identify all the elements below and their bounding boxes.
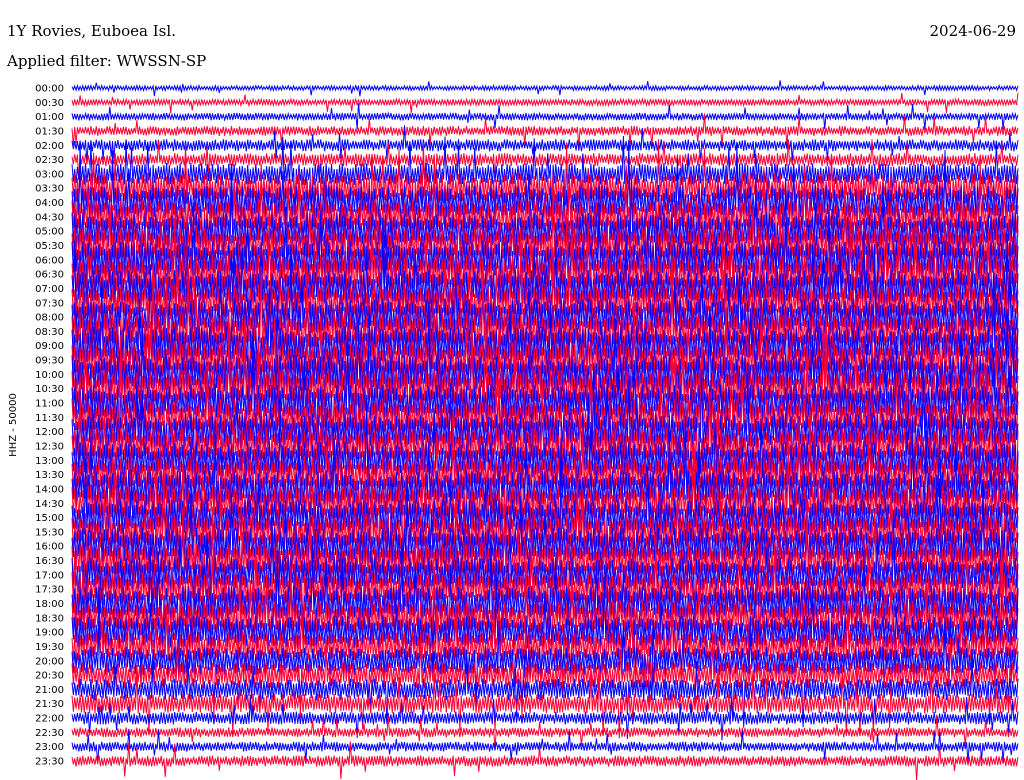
- row-label-0100: 01:00: [35, 112, 64, 123]
- row-label-1600: 16:00: [35, 542, 64, 553]
- row-label-2230: 22:30: [35, 728, 64, 739]
- row-label-0500: 05:00: [35, 227, 64, 238]
- row-label-0600: 06:00: [35, 255, 64, 266]
- helicorder-chart: 00:00 00:30 01:00 01:30 02:00 02:30 03:00 03:30…: [6, 22, 1019, 780]
- row-label-2100: 21:00: [35, 685, 64, 696]
- row-label-1630: 16:30: [35, 556, 64, 567]
- row-label-1700: 17:00: [35, 570, 64, 581]
- row-label-1830: 18:30: [35, 613, 64, 624]
- row-label-1230: 12:30: [35, 442, 64, 453]
- row-label-0430: 04:30: [35, 212, 64, 223]
- row-label-0930: 09:30: [35, 356, 64, 367]
- row-label-1200: 12:00: [35, 427, 64, 438]
- row-label-1930: 19:30: [35, 642, 64, 653]
- row-label-0400: 04:00: [35, 198, 64, 209]
- y-axis-label: HHZ - 50000: [8, 393, 19, 457]
- row-label-2330: 23:30: [35, 757, 64, 768]
- row-label-0130: 01:30: [35, 127, 64, 138]
- row-label-1530: 15:30: [35, 527, 64, 538]
- row-label-1800: 18:00: [35, 599, 64, 610]
- seismic-traces: [71, 80, 1019, 780]
- row-label-0230: 02:30: [35, 155, 64, 166]
- row-label-0800: 08:00: [35, 313, 64, 324]
- row-label-2030: 20:30: [35, 671, 64, 682]
- row-label-1500: 15:00: [35, 513, 64, 524]
- trace-row-0030: [71, 92, 1019, 114]
- trace-row-0100: [71, 103, 1019, 130]
- row-label-0200: 02:00: [35, 141, 64, 152]
- row-label-1100: 11:00: [35, 399, 64, 410]
- row-label-0000: 00:00: [35, 84, 64, 95]
- row-label-1330: 13:30: [35, 470, 64, 481]
- row-label-0030: 00:30: [35, 98, 64, 109]
- row-label-1130: 11:30: [35, 413, 64, 424]
- row-label-0630: 06:30: [35, 270, 64, 281]
- row-label-1400: 14:00: [35, 484, 64, 495]
- chart-title: 1Y Rovies, Euboea Isl.: [7, 22, 176, 40]
- row-label-2300: 23:00: [35, 742, 64, 753]
- trace-row-0000: [71, 80, 1019, 97]
- row-label-1730: 17:30: [35, 585, 64, 596]
- chart-subtitle: Applied filter: WWSSN-SP: [6, 52, 206, 70]
- row-label-0700: 07:00: [35, 284, 64, 295]
- row-label-0300: 03:00: [35, 169, 64, 180]
- row-label-2130: 21:30: [35, 699, 64, 710]
- row-label-0530: 05:30: [35, 241, 64, 252]
- row-label-0900: 09:00: [35, 341, 64, 352]
- row-label-0330: 03:30: [35, 184, 64, 195]
- row-label-1030: 10:30: [35, 384, 64, 395]
- chart-date: 2024-06-29: [930, 22, 1016, 40]
- row-time-labels: 00:00 00:30 01:00 01:30 02:00 02:30 03:00 03:30…: [35, 84, 64, 768]
- row-label-1300: 13:00: [35, 456, 64, 467]
- row-label-1430: 14:30: [35, 499, 64, 510]
- row-label-1000: 10:00: [35, 370, 64, 381]
- row-label-2200: 22:00: [35, 714, 64, 725]
- row-label-2000: 20:00: [35, 656, 64, 667]
- row-label-0730: 07:30: [35, 298, 64, 309]
- row-label-1900: 19:00: [35, 628, 64, 639]
- row-label-0830: 08:30: [35, 327, 64, 338]
